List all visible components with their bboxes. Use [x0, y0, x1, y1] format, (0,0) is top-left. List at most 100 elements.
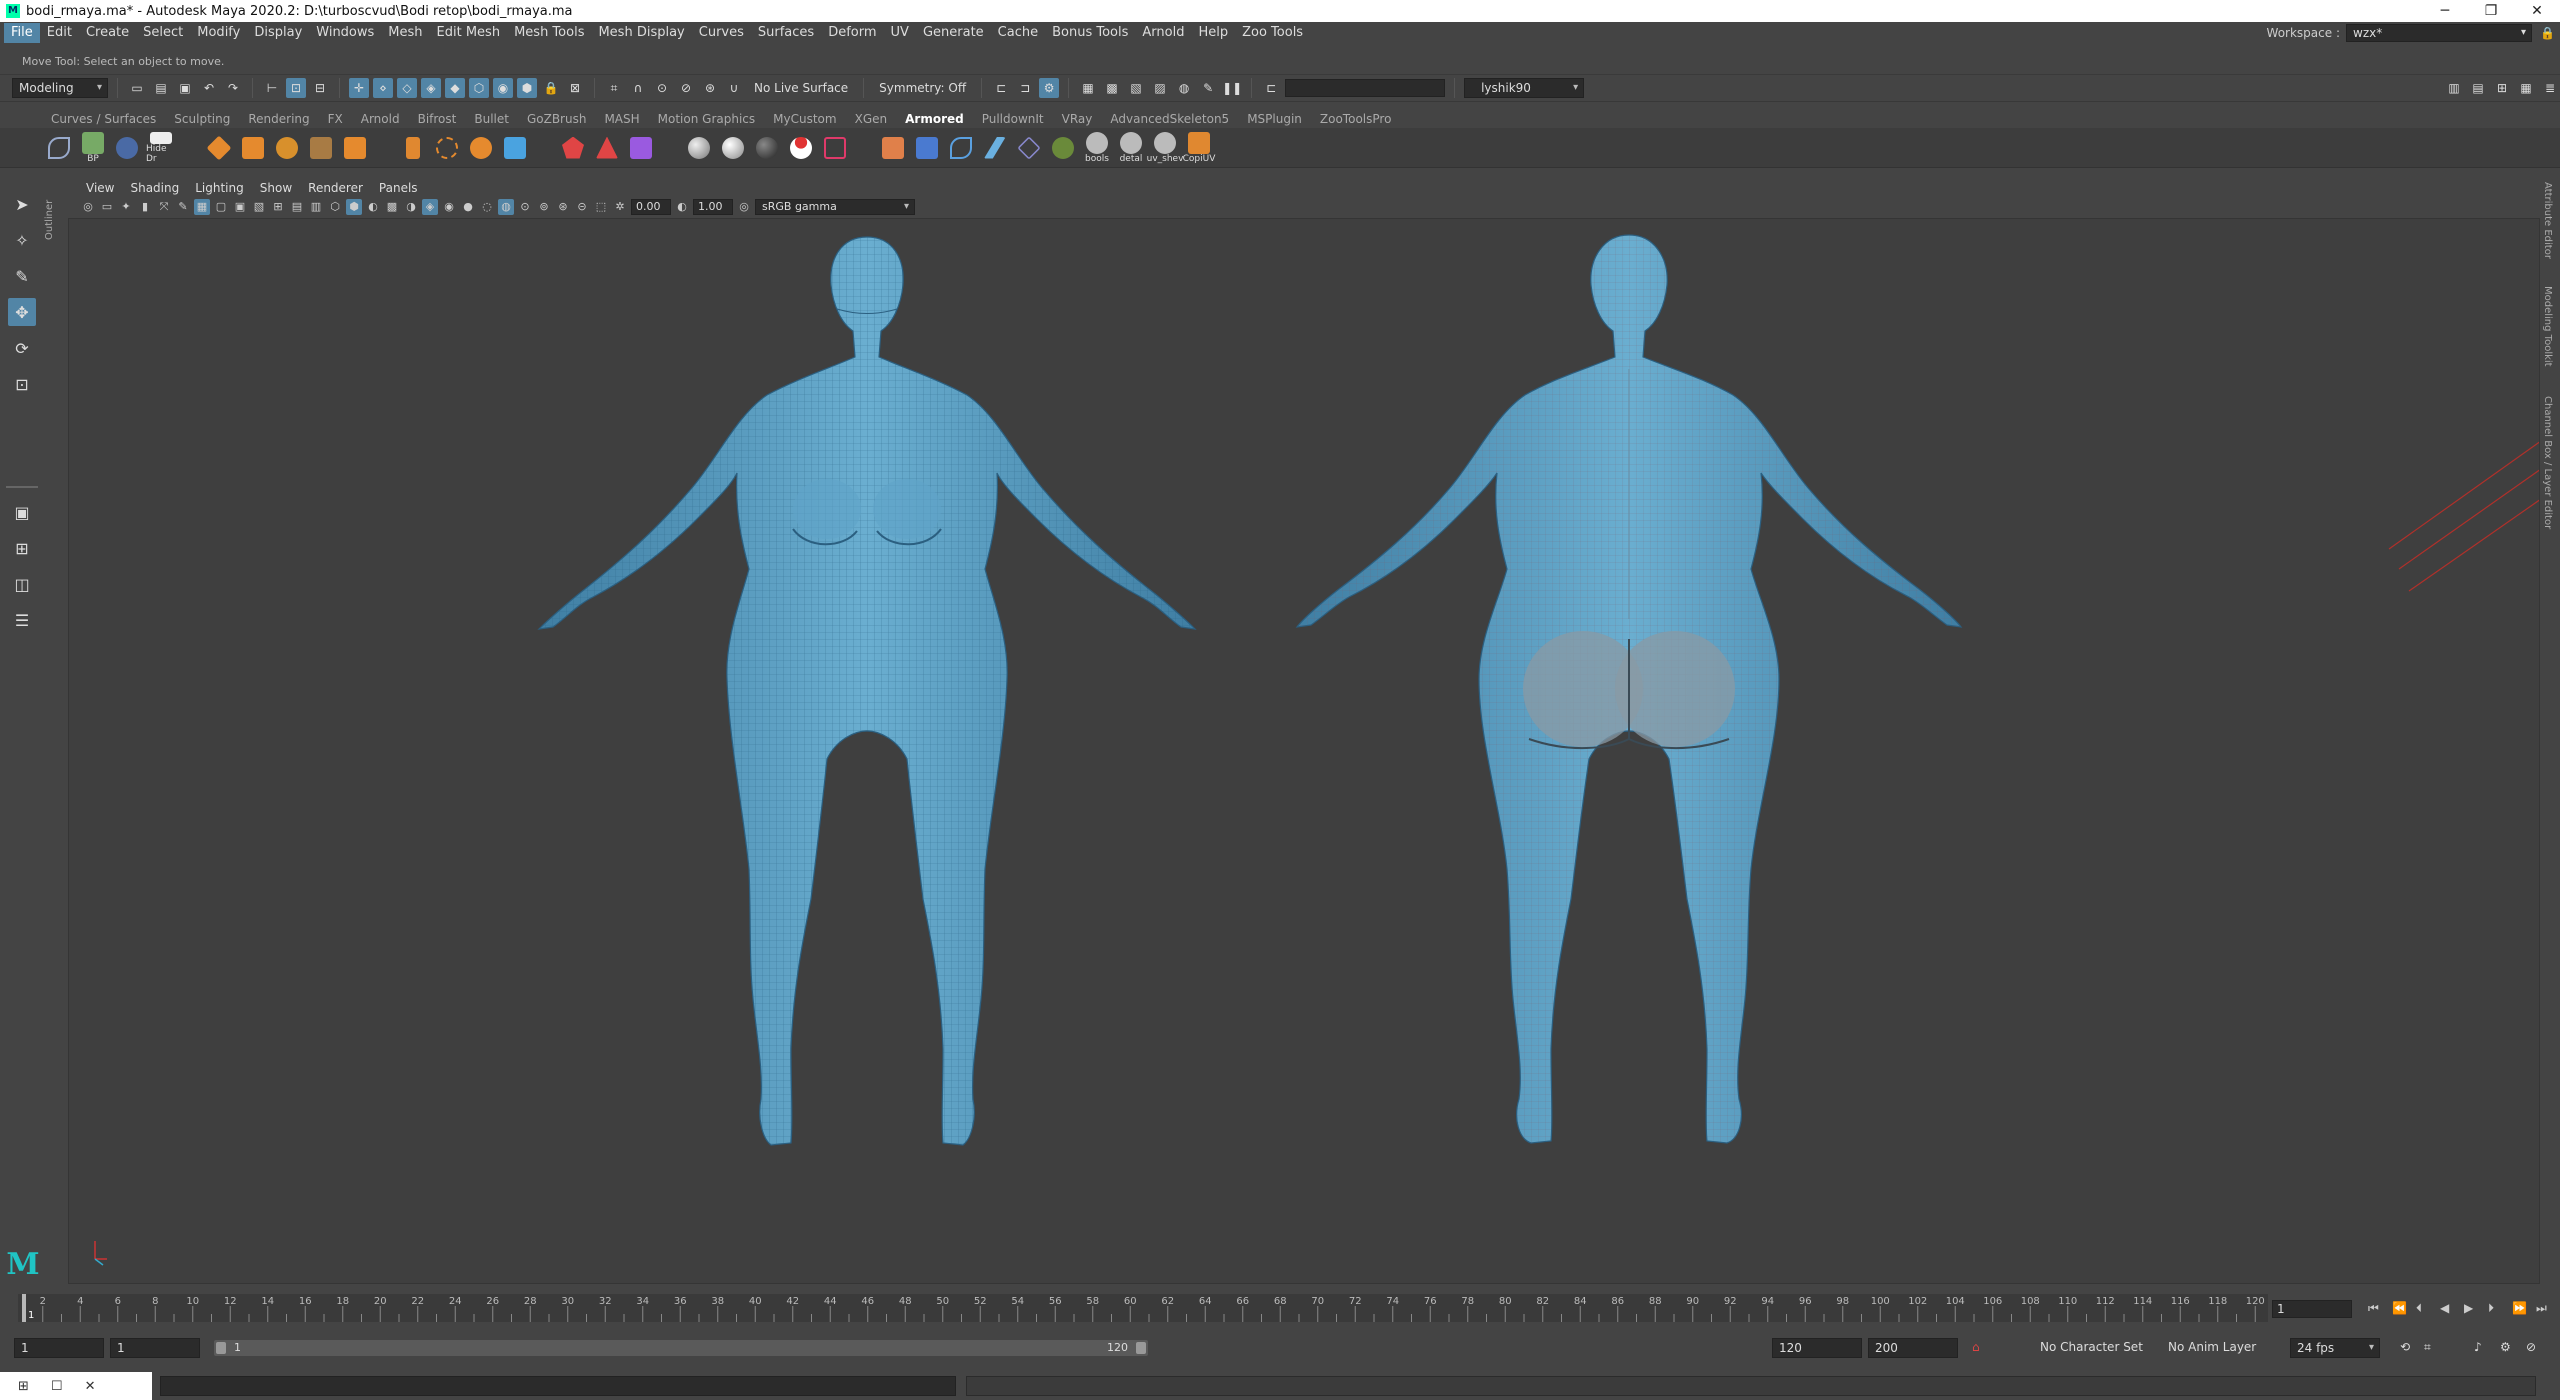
perspective-viewport[interactable]: [68, 218, 2540, 1284]
minimize-icon[interactable]: ─: [2422, 0, 2468, 22]
select-mask-deform-icon[interactable]: ◆: [445, 78, 465, 98]
show-tool-settings-icon[interactable]: ⊞: [2492, 78, 2512, 98]
history-toggle-icon[interactable]: ⚙: [1039, 78, 1060, 98]
user-account-dropdown[interactable]: lyshik90: [1464, 78, 1585, 98]
save-scene-icon[interactable]: ▣: [175, 78, 195, 98]
shader-dark-button[interactable]: [752, 132, 782, 164]
paint-select-icon[interactable]: ✎: [8, 262, 36, 290]
four-view-icon[interactable]: ⊞: [8, 534, 36, 562]
windows-grid-icon[interactable]: ⊞: [18, 1379, 29, 1394]
range-end-handle[interactable]: [1136, 1342, 1146, 1354]
snap-magnet-icon[interactable]: ∪: [724, 78, 744, 98]
close-icon[interactable]: ✕: [2514, 0, 2560, 22]
shelf-tab-mash[interactable]: MASH: [595, 110, 648, 128]
shelf-tab-gozbrush[interactable]: GoZBrush: [518, 110, 596, 128]
playhead[interactable]: [22, 1294, 26, 1322]
shader-silver-button[interactable]: [718, 132, 748, 164]
layers-button[interactable]: [272, 132, 302, 164]
uv-tools-button[interactable]: [912, 132, 942, 164]
grease-pencil-icon[interactable]: ✎: [175, 199, 191, 215]
pie-button[interactable]: [466, 132, 496, 164]
pause-render-icon[interactable]: ❚❚: [1222, 78, 1242, 98]
menu-zoo-tools[interactable]: Zoo Tools: [1235, 23, 1310, 43]
step-back-frame-icon[interactable]: ⏴: [2416, 1301, 2422, 1316]
menu-edit-mesh[interactable]: Edit Mesh: [430, 23, 508, 43]
key-settings-icon[interactable]: ⌗: [2424, 1340, 2431, 1355]
menu-arnold[interactable]: Arnold: [1135, 23, 1191, 43]
image-plane-icon[interactable]: ▮: [137, 199, 153, 215]
construction-history-icon[interactable]: ⊏: [991, 78, 1011, 98]
c1-button[interactable]: [1048, 132, 1078, 164]
body-mesh-front[interactable]: [537, 236, 1197, 1146]
menu-mesh[interactable]: Mesh: [381, 23, 429, 43]
isolate-select-icon[interactable]: ⊚: [536, 199, 552, 215]
play-forwards-icon[interactable]: ▶: [2464, 1301, 2473, 1315]
modeling-toolkit-tab[interactable]: Modeling Toolkit: [2542, 286, 2553, 367]
new-scene-icon[interactable]: ▭: [127, 78, 147, 98]
menu-file[interactable]: File: [4, 23, 40, 43]
shelf-tab-curves-surfaces[interactable]: Curves / Surfaces: [42, 110, 165, 128]
shelf-tab-sculpting[interactable]: Sculpting: [165, 110, 239, 128]
shelf-tab-armored[interactable]: Armored: [896, 110, 973, 128]
select-hierarchy-icon[interactable]: ⊢: [262, 78, 282, 98]
render-settings-icon[interactable]: ▨: [1150, 78, 1170, 98]
menu-edit[interactable]: Edit: [40, 23, 79, 43]
menu-surfaces[interactable]: Surfaces: [751, 23, 821, 43]
cube-blue-button[interactable]: [500, 132, 530, 164]
single-perspective-icon[interactable]: ▣: [8, 498, 36, 526]
menu-select[interactable]: Select: [136, 23, 190, 43]
animation-prefs-icon[interactable]: ⚙: [2500, 1340, 2511, 1354]
xray-icon[interactable]: ◉: [441, 199, 457, 215]
input-output-icon[interactable]: ⊐: [1015, 78, 1035, 98]
shelf-tab-advancedskeleton5[interactable]: AdvancedSkeleton5: [1101, 110, 1238, 128]
uv-boxes-button[interactable]: [878, 132, 908, 164]
show-channel-box-icon[interactable]: ▦: [2516, 78, 2536, 98]
stack-button[interactable]: [306, 132, 336, 164]
show-layer-editor-icon[interactable]: ≣: [2540, 78, 2560, 98]
play-backwards-icon[interactable]: ◀: [2440, 1301, 2449, 1315]
arnold-render-icon[interactable]: ✎: [1198, 78, 1218, 98]
snap-view-plane-icon[interactable]: ⊘: [676, 78, 696, 98]
menu-windows[interactable]: Windows: [309, 23, 381, 43]
panel-menu-renderer[interactable]: Renderer: [300, 181, 371, 195]
smooth-shade-icon[interactable]: ⬢: [346, 199, 362, 215]
snap-grid-icon[interactable]: ⌗: [604, 78, 624, 98]
select-camera-icon[interactable]: ◎: [80, 199, 96, 215]
camera-attributes-icon[interactable]: ▭: [99, 199, 115, 215]
panel-menu-view[interactable]: View: [78, 181, 122, 195]
panel-menu-shading[interactable]: Shading: [122, 181, 187, 195]
wireframe-on-shaded-icon[interactable]: ◈: [422, 199, 438, 215]
color-management-icon[interactable]: ◎: [736, 199, 752, 215]
camera-lock-icon[interactable]: ⬚: [593, 199, 609, 215]
shelf-tab-arnold[interactable]: Arnold: [352, 110, 409, 128]
safe-title-icon[interactable]: ▥: [308, 199, 324, 215]
menu-bonus-tools[interactable]: Bonus Tools: [1045, 23, 1135, 43]
antialiasing-icon[interactable]: ◍: [498, 199, 514, 215]
input-field-mode-icon[interactable]: ⊏: [1261, 78, 1281, 98]
menu-cache[interactable]: Cache: [991, 23, 1045, 43]
two-view-icon[interactable]: ◫: [8, 570, 36, 598]
menu-uv[interactable]: UV: [884, 23, 916, 43]
start-time-field[interactable]: 1: [14, 1338, 104, 1358]
shelf-tab-mycustom[interactable]: MyCustom: [764, 110, 845, 128]
wireframe-icon[interactable]: ⬡: [327, 199, 343, 215]
mel-command-field[interactable]: [160, 1376, 956, 1396]
shelf-tab-zootoolspro[interactable]: ZooToolsPro: [1311, 110, 1401, 128]
depth-of-field-icon[interactable]: ⊙: [517, 199, 533, 215]
view-transform-dropdown[interactable]: sRGB gamma: [755, 199, 915, 215]
sphere-grid-button[interactable]: [112, 132, 142, 164]
menu-mesh-display[interactable]: Mesh Display: [591, 23, 691, 43]
select-mask-handles-icon[interactable]: ✛: [349, 78, 369, 98]
select-tool-icon[interactable]: ➤: [8, 190, 36, 218]
character-set-label[interactable]: No Character Set: [2040, 1340, 2143, 1354]
playback-start-field[interactable]: 1: [110, 1338, 200, 1358]
step-back-key-icon[interactable]: ⏪: [2392, 1301, 2407, 1315]
curve-blue-button[interactable]: [946, 132, 976, 164]
shelf-tab-xgen[interactable]: XGen: [846, 110, 897, 128]
menu-curves[interactable]: Curves: [692, 23, 751, 43]
restore-icon[interactable]: ❐: [2468, 0, 2514, 22]
anim-layer-label[interactable]: No Anim Layer: [2168, 1340, 2256, 1354]
highlight-selection-icon[interactable]: ⊠: [565, 78, 585, 98]
film-gate-icon[interactable]: ▢: [213, 199, 229, 215]
go-to-end-icon[interactable]: ⏭: [2536, 1301, 2547, 1316]
